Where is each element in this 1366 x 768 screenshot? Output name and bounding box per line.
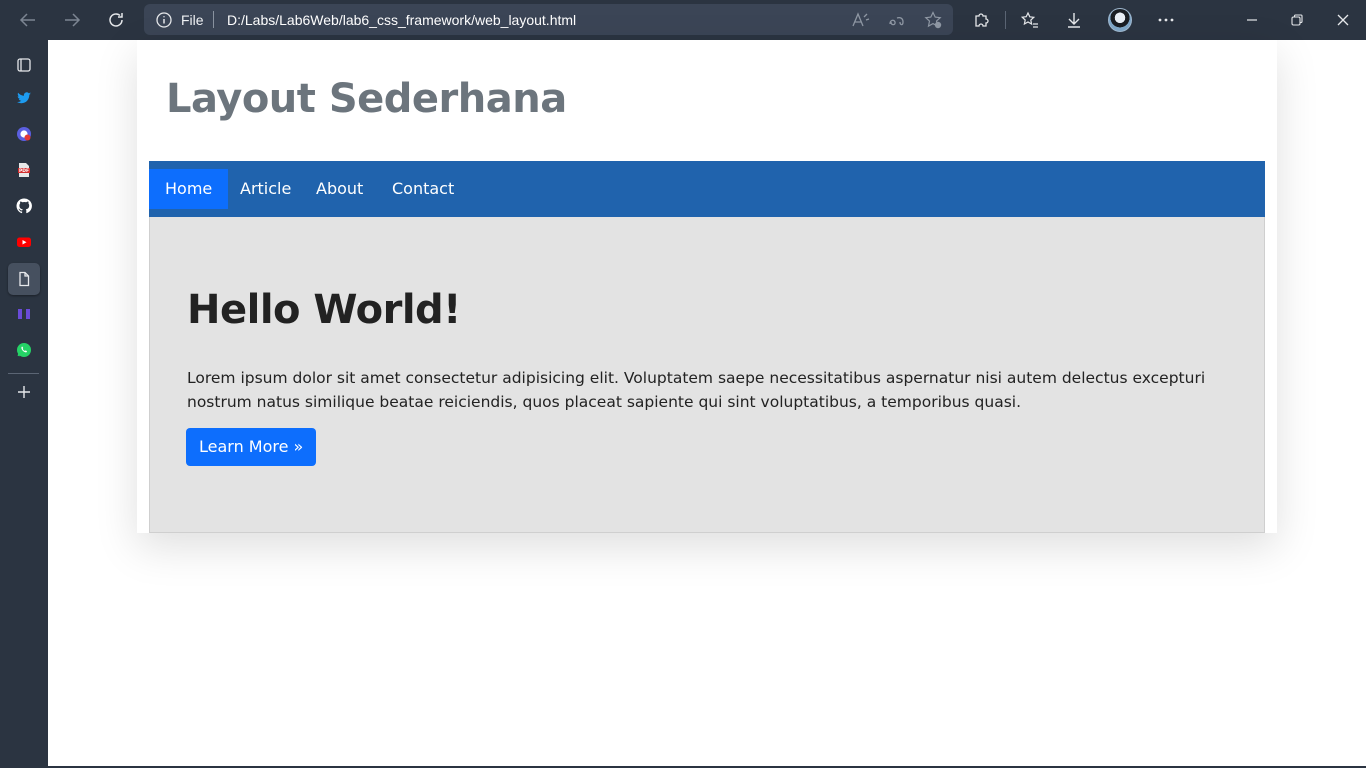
favorites-icon (1021, 11, 1038, 28)
address-url[interactable]: D:/Labs/Lab6Web/lab6_css_framework/web_l… (227, 12, 576, 28)
translate-icon[interactable] (888, 11, 906, 29)
back-button[interactable] (12, 4, 44, 36)
sidebar-tab-actions[interactable] (8, 49, 40, 81)
sidebar-whatsapp[interactable] (8, 334, 40, 366)
navbar: Home Article About Contact (149, 161, 1265, 217)
sidebar-app-circle[interactable] (8, 118, 40, 150)
back-arrow-icon (19, 13, 35, 27)
favorites-button[interactable] (1014, 4, 1046, 36)
sidebar-youtube[interactable] (8, 226, 40, 258)
hero-text: Lorem ipsum dolor sit amet consectetur a… (187, 369, 1206, 411)
plus-icon (18, 386, 30, 398)
more-menu-button[interactable] (1150, 4, 1182, 36)
browser-sidebar: PDF (0, 40, 48, 768)
forward-button[interactable] (56, 4, 88, 36)
browser-toolbar: File D:/Labs/Lab6Web/lab6_css_framework/… (0, 0, 1366, 40)
restore-icon (1291, 14, 1303, 26)
hero-heading: Hello World! (187, 287, 461, 333)
sidebar-pdf[interactable]: PDF (8, 154, 40, 186)
downloads-button[interactable] (1058, 4, 1090, 36)
profile-avatar[interactable] (1108, 8, 1132, 32)
nav-item-about[interactable]: About (300, 169, 379, 209)
toolbar-divider (1005, 11, 1006, 29)
puzzle-icon (975, 13, 989, 27)
close-button[interactable] (1327, 4, 1359, 36)
address-divider (213, 11, 214, 28)
tab-actions-icon (17, 58, 31, 72)
site-title: Layout Sederhana (166, 76, 567, 122)
learn-more-button[interactable]: Learn More » (186, 428, 317, 466)
github-icon (16, 198, 32, 214)
site-info-icon[interactable] (156, 12, 172, 33)
page-container: Layout Sederhana Home Article About Cont… (137, 40, 1277, 533)
nav-item-contact[interactable]: Contact (376, 169, 470, 209)
close-icon (1337, 14, 1349, 26)
hero-section: Hello World! Lorem ipsum dolor sit amet … (149, 217, 1265, 533)
refresh-icon (109, 13, 123, 27)
sidebar-app-purple[interactable] (8, 298, 40, 330)
youtube-icon (17, 237, 31, 247)
nav-item-home[interactable]: Home (149, 169, 229, 209)
favorite-star-add-icon[interactable] (924, 11, 942, 29)
sidebar-github[interactable] (8, 190, 40, 222)
forward-arrow-icon (65, 13, 81, 27)
read-aloud-icon[interactable] (852, 11, 870, 29)
document-icon (19, 271, 30, 287)
download-icon (1068, 13, 1080, 28)
pdf-icon: PDF (18, 163, 30, 177)
svg-text:PDF: PDF (19, 168, 29, 174)
app-circle-icon (17, 127, 31, 141)
ellipsis-icon (1158, 18, 1174, 22)
sidebar-divider (8, 373, 39, 374)
restore-button[interactable] (1281, 4, 1313, 36)
sidebar-add-button[interactable] (8, 376, 40, 408)
address-scheme: File (181, 12, 204, 28)
twitter-icon (17, 92, 31, 104)
sidebar-document[interactable] (8, 263, 40, 295)
extensions-button[interactable] (965, 4, 997, 36)
whatsapp-icon (17, 343, 31, 357)
sidebar-twitter[interactable] (8, 82, 40, 114)
refresh-button[interactable] (100, 4, 132, 36)
address-bar[interactable]: File D:/Labs/Lab6Web/lab6_css_framework/… (144, 4, 953, 35)
minimize-icon (1247, 19, 1257, 21)
app-purple-icon (18, 309, 30, 319)
minimize-button[interactable] (1236, 4, 1268, 36)
nav-item-article[interactable]: Article (224, 169, 307, 209)
